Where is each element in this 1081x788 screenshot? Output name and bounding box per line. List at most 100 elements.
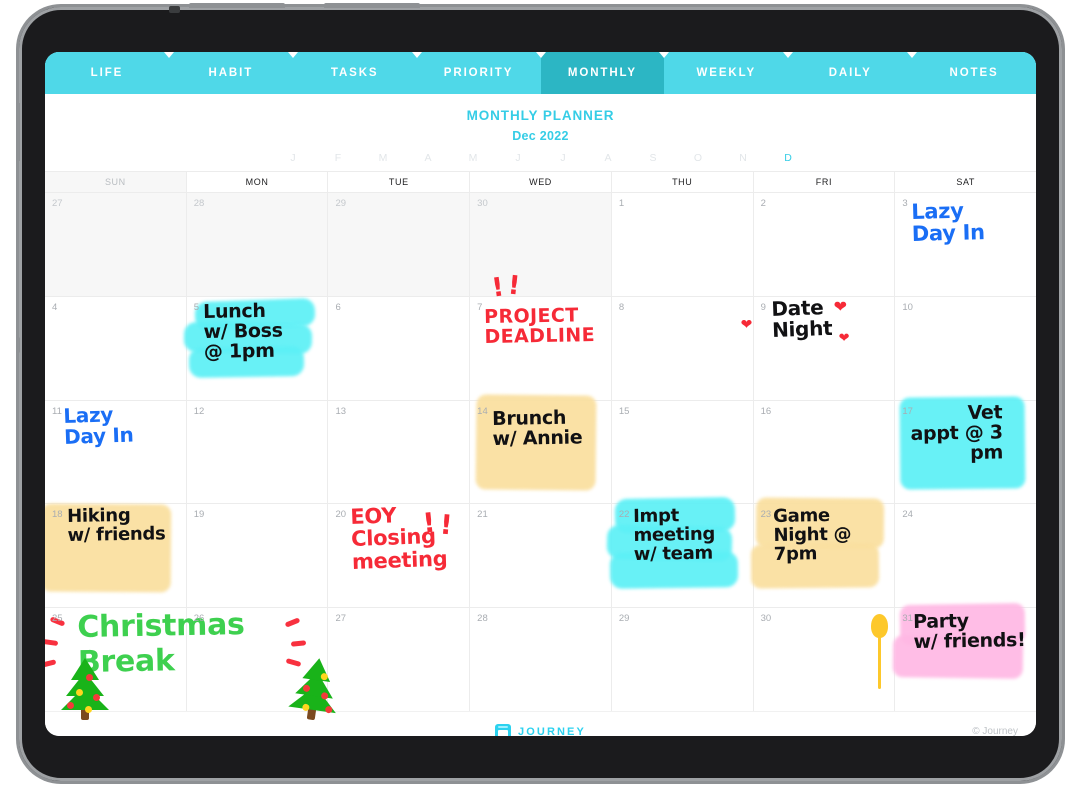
tab-weekly[interactable]: WEEKLY [659,52,789,94]
day-cell[interactable]: 29 [328,193,471,296]
power-button[interactable] [16,103,20,161]
day-cell[interactable]: 9 Date Night ❤ ❤ ❤ [741,295,896,400]
day-number: 19 [193,509,205,521]
day-cell[interactable]: 7 ! ! PROJECT DEADLINE [470,270,612,400]
day-note-handwriting[interactable]: Brunch w/ Annie [492,406,583,449]
day-note-handwriting[interactable]: Game Night @ 7pm [773,505,852,565]
weekday-sat: SAT [895,172,1036,192]
tab-notes[interactable]: NOTES [907,52,1036,94]
day-cell[interactable]: 27 [45,193,187,296]
camera-dot [169,6,180,13]
christmas-tree-icon [285,655,345,724]
month-letter-sep[interactable]: S [631,152,676,164]
day-cell[interactable]: 27 [328,608,471,711]
day-number: 14 [477,405,488,417]
day-number: 17 [902,405,913,417]
copyright-label: © Journey [972,726,1018,736]
day-cell[interactable]: 8 [611,296,754,400]
day-cell[interactable]: 16 [753,400,896,504]
volume-up-button[interactable] [189,3,285,8]
day-cell[interactable]: 3 Lazy Day In [895,193,1036,296]
day-number: 26 [193,613,205,625]
day-cell[interactable]: 25 Christmas Break [45,607,245,721]
day-cell[interactable]: 28 [186,193,329,296]
day-cell[interactable]: 21 [470,504,612,608]
week-row: 27 28 29 30 1 2 3 Lazy Day In [45,193,1036,297]
day-number: 31 [902,613,913,625]
planner-tab-bar: LIFE HABIT TASKS PRIORITY MONTHLY WEEKLY… [45,52,1036,94]
day-cell[interactable]: 14 Brunch w/ Annie [470,393,612,504]
day-cell[interactable]: 5 Lunch w/ Boss @ 1pm [183,296,329,400]
day-number: 22 [618,509,630,521]
month-letter-dec[interactable]: D [766,152,811,164]
weekday-fri: FRI [753,172,896,192]
day-cell[interactable]: 18 Hiking w/ friends [45,503,187,608]
day-cell[interactable]: 19 [186,504,329,608]
weekday-mon: MON [186,172,329,192]
day-note-handwriting[interactable]: Date Night [771,295,833,342]
tab-priority[interactable]: PRIORITY [411,52,541,94]
heart-icon: ❤ [838,329,850,345]
day-cell[interactable]: 20 EOY Closing meeting ! ! [328,504,471,608]
day-note-handwriting[interactable]: Lunch w/ Boss @ 1pm [203,300,283,363]
month-letter-oct[interactable]: O [676,152,721,164]
day-cell[interactable]: 4 [45,296,187,400]
day-cell[interactable]: 22 Impt meeting w/ team [606,497,754,608]
week-row: 4 5 Lunch w/ Boss @ 1pm 6 7 ! ! PROJECT … [45,270,1036,401]
day-number: 30 [760,613,772,625]
day-note-handwriting[interactable]: Party w/ friends! [913,610,1026,653]
month-letter-jan[interactable]: J [271,152,316,164]
day-cell[interactable]: 29 [611,608,754,711]
journey-brand[interactable]: JOURNEY [495,723,586,736]
day-note-handwriting[interactable]: Hiking w/ friends [67,505,166,546]
tab-habit[interactable]: HABIT [163,52,293,94]
month-letter-apr[interactable]: A [406,152,451,164]
day-cell[interactable]: 11 Lazy Day In [45,400,187,504]
month-letter-may[interactable]: M [451,152,496,164]
day-cell[interactable]: 13 [328,400,471,504]
day-cell[interactable]: 10 [895,296,1036,400]
day-number: 18 [52,509,63,521]
day-number: 28 [477,613,488,625]
volume-down-button[interactable] [324,3,420,8]
tab-monthly[interactable]: MONTHLY [535,52,665,94]
month-letter-jul[interactable]: J [541,152,586,164]
week-row: 11 Lazy Day In 12 13 14 Brunch w/ Annie … [45,393,1036,505]
tab-tasks[interactable]: TASKS [287,52,417,94]
tablet-screen: LIFE HABIT TASKS PRIORITY MONTHLY WEEKLY… [45,52,1036,736]
day-note-handwriting[interactable]: Impt meeting w/ team [633,506,716,566]
monthly-calendar-grid: 27 28 29 30 1 2 3 Lazy Day In 4 5 Lunch … [45,193,1036,721]
day-cell[interactable]: 23 Game Night @ 7pm [750,497,896,608]
weekday-wed: WED [470,172,612,192]
tab-life[interactable]: LIFE [45,52,169,94]
day-cell[interactable]: 15 [611,400,754,504]
day-number: 5 [193,301,200,313]
day-cell[interactable]: 17 Vet appt @ 3 pm [895,395,1036,504]
side-button-secondary[interactable] [16,337,20,353]
day-cell[interactable]: 12 [186,400,329,504]
weekday-thu: THU [611,172,754,192]
planner-footer: JOURNEY © Journey [45,711,1036,736]
day-number: 3 [902,198,908,209]
day-cell[interactable]: 28 [470,608,612,711]
day-note-handwriting[interactable]: Lazy Day In [63,402,134,449]
day-cell[interactable]: 2 [753,193,896,296]
day-number: 27 [52,198,63,209]
day-cell[interactable]: 24 [895,504,1036,608]
decorative-dash [45,639,59,647]
month-letter-feb[interactable]: F [316,152,361,164]
day-note-handwriting[interactable]: PROJECT DEADLINE [484,304,595,348]
decorative-dash [290,640,306,647]
day-note-handwriting[interactable]: Lazy Day In [911,199,985,247]
tab-daily[interactable]: DAILY [783,52,913,94]
day-number: 20 [335,509,347,521]
day-cell[interactable]: 1 [611,193,754,296]
day-cell[interactable]: 6 [328,296,471,400]
month-letter-aug[interactable]: A [586,152,631,164]
day-number: 13 [335,405,347,417]
month-letter-jun[interactable]: J [496,152,541,164]
day-note-handwriting[interactable]: Vet appt @ 3 pm [910,401,1004,464]
month-letter-mar[interactable]: M [361,152,406,164]
month-letter-nov[interactable]: N [721,152,766,164]
day-cell[interactable]: 31 Party w/ friends! [871,603,1036,711]
